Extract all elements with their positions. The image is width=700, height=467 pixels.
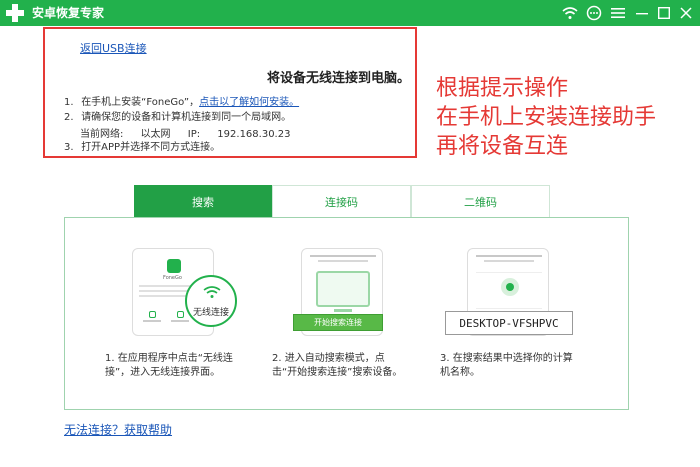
menu-icon[interactable]: [608, 3, 628, 23]
app-title: 安卓恢复专家: [32, 6, 105, 20]
wireless-connect-badge: 无线连接: [185, 275, 237, 327]
step-2: 2. 请确保您的设备和计算机连接到同一个局域网。: [64, 112, 292, 123]
fonego-logo-icon: [167, 259, 181, 273]
help-link[interactable]: 无法连接？获取帮助: [64, 421, 172, 438]
device-dot-icon: [506, 283, 514, 291]
step-3: 3. 打开APP并选择不同方式连接。: [64, 142, 221, 153]
wifi-icon: [203, 286, 221, 298]
step-caption-2: 2. 进入自动搜索模式，点 击“开始搜索连接”搜索设备。: [272, 353, 403, 378]
step-caption-3: 3. 在搜索结果中选择你的计算 机名称。: [440, 353, 573, 378]
maximize-icon[interactable]: [654, 3, 674, 23]
wifi-icon[interactable]: [560, 3, 580, 23]
annotation-text: 根据提示操作 在手机上安装连接助手 再将设备互连: [436, 76, 657, 159]
monitor-icon: [316, 271, 370, 307]
minimize-icon[interactable]: [632, 3, 652, 23]
network-info: 当前网络: 以太网 IP: 192.168.30.23: [80, 129, 291, 140]
chat-icon[interactable]: [584, 3, 604, 23]
title-bar: 安卓恢复专家: [0, 0, 700, 26]
tab-search[interactable]: 搜索: [134, 185, 272, 218]
install-help-link[interactable]: 点击以了解如何安装。: [199, 97, 299, 108]
back-to-usb-link[interactable]: 返回USB连接: [80, 40, 147, 56]
step-caption-1: 1. 在应用程序中点击“无线连 接”，进入无线连接界面。: [105, 353, 233, 378]
device-name-box: DESKTOP-VFSHPVC: [445, 311, 573, 335]
tab-connection-code[interactable]: 连接码: [272, 185, 411, 218]
app-logo-icon: [6, 4, 24, 22]
start-search-button: 开始搜索连接: [293, 314, 383, 331]
instruction-title: 将设备无线连接到电脑。: [267, 71, 411, 86]
tab-qr-code[interactable]: 二维码: [411, 185, 550, 218]
close-icon[interactable]: [676, 3, 696, 23]
step-1: 1. 在手机上安装“FoneGo”，点击以了解如何安装。: [64, 97, 300, 108]
